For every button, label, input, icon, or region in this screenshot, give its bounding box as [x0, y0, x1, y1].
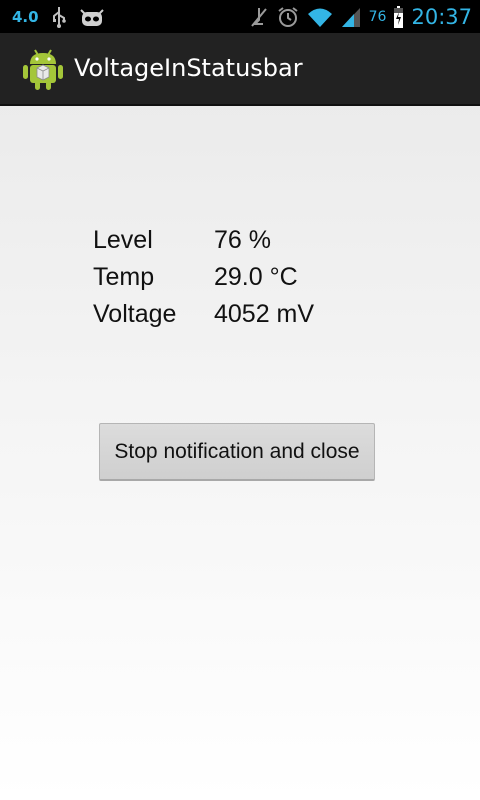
cyanogen-bugdroid-icon	[79, 6, 105, 28]
battery-percent: 76	[368, 8, 387, 25]
status-bar-left: 4.0	[12, 0, 105, 33]
status-bar-right: 76 20:37	[249, 0, 472, 33]
stat-label: Voltage	[93, 300, 177, 328]
app-title: VoltageInStatusbar	[74, 54, 303, 82]
stat-value: 29.0 °C	[214, 263, 298, 291]
stat-row-voltage: Voltage 4052 mV	[93, 296, 314, 333]
battery-charging-icon	[394, 5, 404, 28]
mute-icon	[249, 6, 269, 28]
stat-row-temp: Temp 29.0 °C	[93, 259, 314, 296]
clock: 20:37	[411, 4, 472, 29]
signal-icon	[341, 6, 361, 28]
stat-value: 76 %	[214, 226, 271, 254]
stat-label: Level	[93, 226, 153, 254]
stop-notification-button[interactable]: Stop notification and close	[99, 423, 375, 481]
battery-stats: Level 76 % Temp 29.0 °C Voltage 4052 mV	[93, 222, 314, 333]
action-bar: VoltageInStatusbar	[0, 33, 480, 106]
alarm-icon	[277, 6, 299, 28]
stat-row-level: Level 76 %	[93, 222, 314, 259]
status-bar: 4.0 76 20:37	[0, 0, 480, 33]
usb-icon	[51, 6, 67, 28]
stat-label: Temp	[93, 263, 155, 291]
android-robot-icon[interactable]	[22, 47, 64, 91]
android-version-label: 4.0	[12, 7, 39, 26]
stat-value: 4052 mV	[214, 300, 315, 328]
wifi-icon	[307, 6, 333, 28]
